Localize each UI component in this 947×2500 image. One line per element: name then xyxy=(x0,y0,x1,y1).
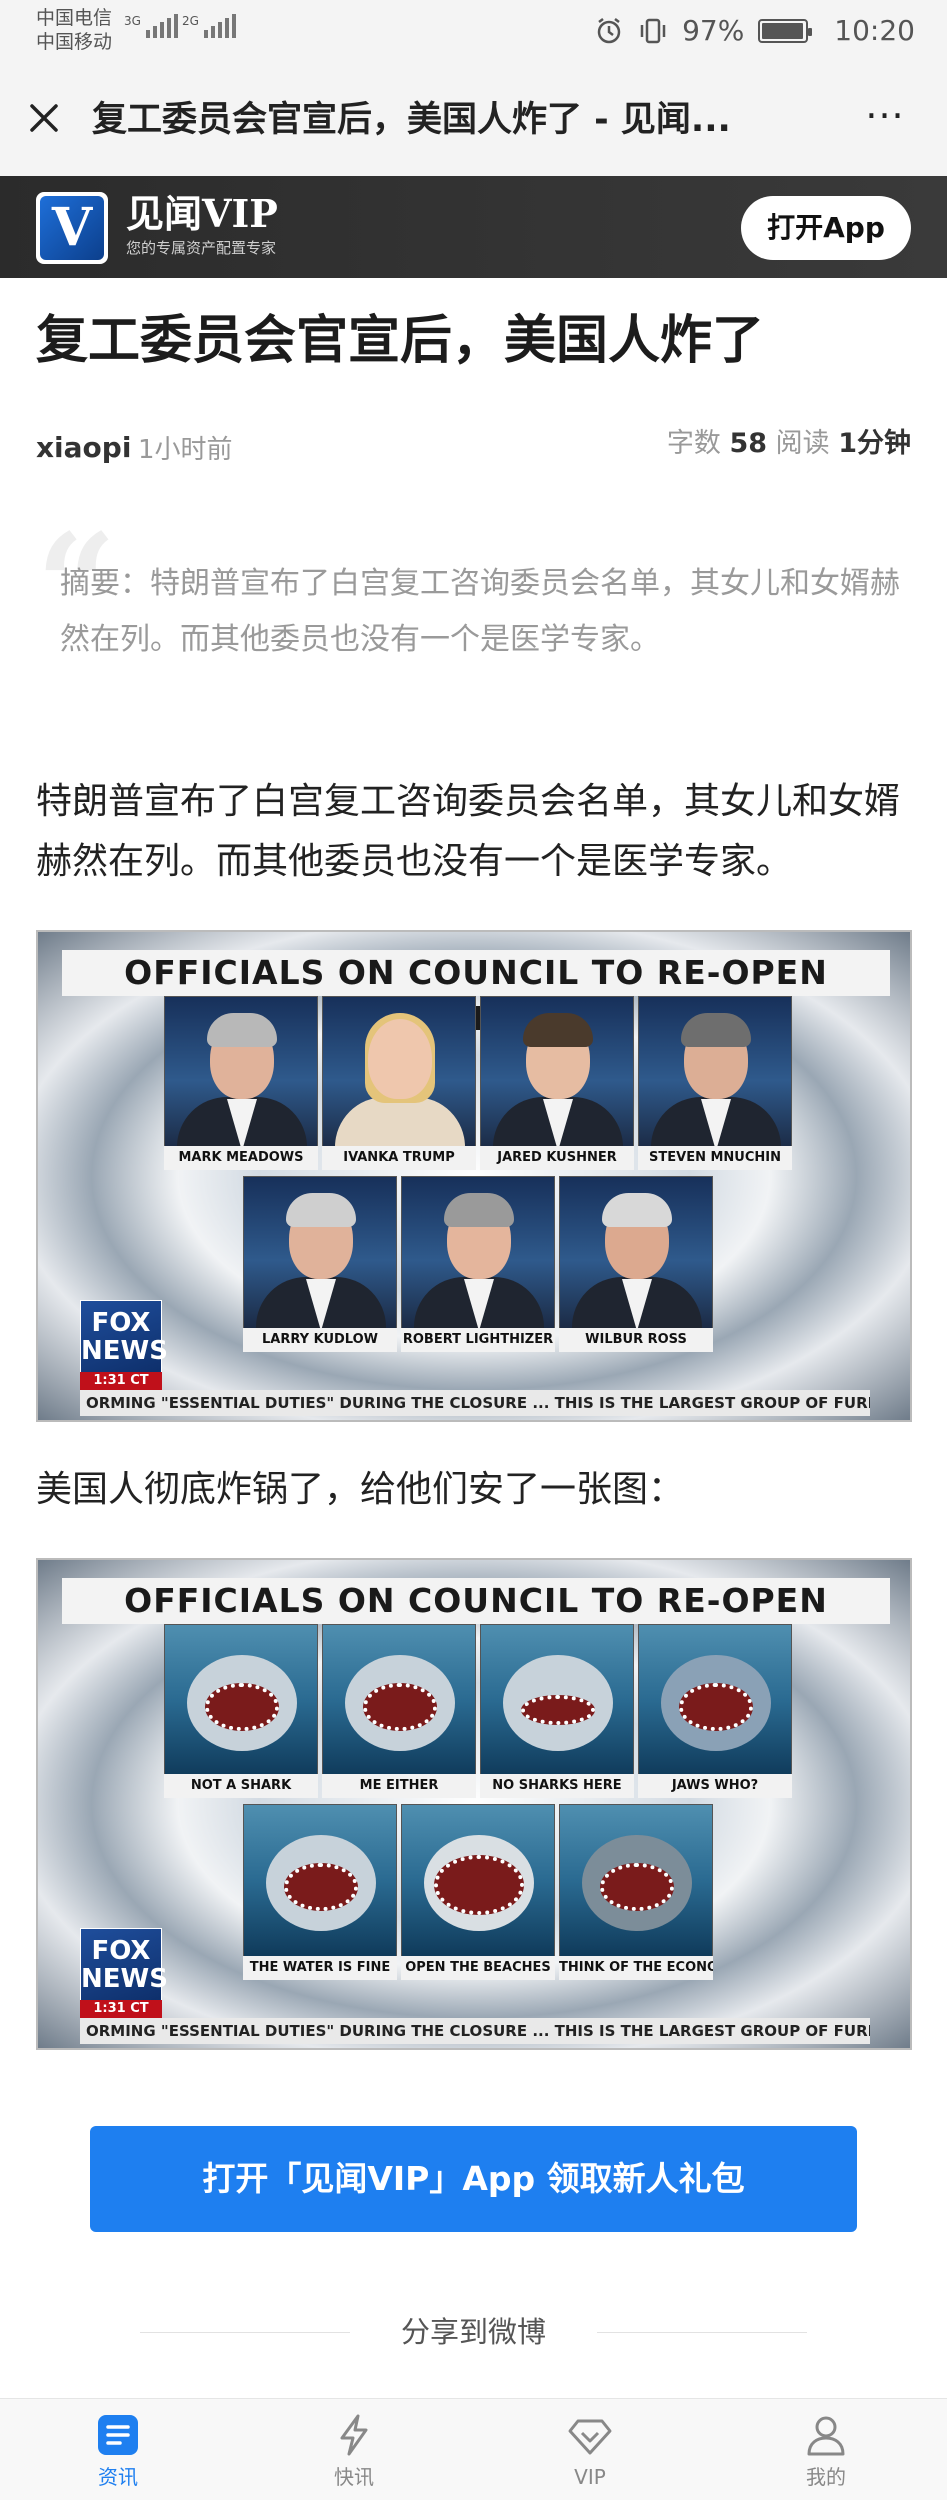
caption-3: JARED KUSHNER xyxy=(480,1146,634,1170)
photo-shark-1 xyxy=(164,1624,318,1778)
page-title: 复工委员会官宣后，美国人炸了 - 见闻... xyxy=(92,100,731,140)
photo-shark-2 xyxy=(322,1624,476,1778)
caption-6: ROBERT LIGHTHIZER xyxy=(401,1328,555,1352)
word-count-label: 字数 xyxy=(666,428,721,459)
article-paragraph-2: 美国人彻底炸锅了，给他们安了一张图： xyxy=(36,1469,685,1510)
fox-time-2: 1:31 CT xyxy=(80,2000,162,2018)
shark-caption-1: NOT A SHARK xyxy=(164,1774,318,1798)
vibrate-icon xyxy=(640,18,666,43)
photo-larry-kudlow xyxy=(243,1176,397,1330)
abstract-text: 摘要：特朗普宣布了白宫复工咨询委员会名单，其女儿和女婿赫然在列。而其他委员也没有… xyxy=(60,566,900,657)
nav-item-news[interactable]: 资讯 xyxy=(0,2399,236,2500)
news-ticker-2: ORMING "ESSENTIAL DUTIES" DURING THE CLO… xyxy=(80,2018,870,2044)
divider-right xyxy=(597,2332,807,2333)
caption-7: WILBUR ROSS xyxy=(559,1328,713,1352)
signal-2-icon: 2G xyxy=(182,14,236,38)
bottom-nav: 资讯 快讯 VIP 我的 xyxy=(0,2398,947,2500)
status-bar: 中国电信 中国移动 3G 2G 97% 10:20 xyxy=(0,0,947,64)
shark-caption-3: NO SHARKS HERE xyxy=(480,1774,634,1798)
title-bar: 复工委员会官宣后，美国人炸了 - 见闻... ··· xyxy=(0,64,947,176)
caption-4: STEVEN MNUCHIN xyxy=(638,1146,792,1170)
shark-caption-2: ME EITHER xyxy=(322,1774,476,1798)
caption-1: MARK MEADOWS xyxy=(164,1146,318,1170)
photo-robert-lighthizer xyxy=(401,1176,555,1330)
app-banner: V 见闻VIP 您的专属资产配置专家 打开App xyxy=(0,176,947,278)
nav-label-flash: 快讯 xyxy=(334,2465,374,2489)
figure-officials-america[interactable]: OFFICIALS ON COUNCIL TO RE-OPEN AMERICA … xyxy=(36,930,912,1422)
nav-item-vip[interactable]: VIP xyxy=(472,2399,708,2500)
nav-item-me[interactable]: 我的 xyxy=(708,2399,944,2500)
news-ticker: ORMING "ESSENTIAL DUTIES" DURING THE CLO… xyxy=(80,1390,870,1416)
status-right: 97% 10:20 xyxy=(594,14,915,47)
vip-diamond-icon xyxy=(568,2419,612,2455)
photo-steven-mnuchin xyxy=(638,996,792,1150)
caption-5: LARRY KUDLOW xyxy=(243,1328,397,1352)
network-type-1: 3G xyxy=(124,14,141,28)
close-icon xyxy=(30,104,58,132)
shark-caption-4: JAWS WHO? xyxy=(638,1774,792,1798)
news-icon xyxy=(98,2415,138,2455)
brand-logo: V xyxy=(36,192,108,264)
shark-caption-5: THE WATER IS FINE xyxy=(243,1956,397,1980)
photo-mark-meadows xyxy=(164,996,318,1150)
photo-jared-kushner xyxy=(480,996,634,1150)
battery-icon xyxy=(758,18,813,43)
photo-shark-7 xyxy=(559,1804,713,1958)
nav-label-news: 资讯 xyxy=(98,2465,138,2489)
brand-name: 见闻VIP xyxy=(126,191,278,236)
flash-icon xyxy=(340,2414,368,2456)
more-button[interactable]: ··· xyxy=(859,94,911,138)
share-row: 分享到微博 xyxy=(140,2310,807,2354)
article-paragraph-1: 特朗普宣布了白宫复工咨询委员会名单，其女儿和女婿赫然在列。而其他委员也没有一个是… xyxy=(36,781,901,882)
carrier-2: 中国移动 xyxy=(36,31,113,53)
open-app-gift-button[interactable]: 打开「见闻VIP」App 领取新人礼包 xyxy=(90,2126,857,2232)
read-label: 阅读 xyxy=(775,428,830,459)
photo-shark-3 xyxy=(480,1624,634,1778)
figure-2-title: OFFICIALS ON COUNCIL TO RE-OPEN AMITY BE… xyxy=(62,1578,890,1666)
clock: 10:20 xyxy=(834,14,915,47)
read-time: 1分钟 xyxy=(838,428,911,459)
figure-sharks-amity-beach[interactable]: OFFICIALS ON COUNCIL TO RE-OPEN AMITY BE… xyxy=(36,1558,912,2050)
network-type-2: 2G xyxy=(182,14,199,28)
caption-2: IVANKA TRUMP xyxy=(322,1146,476,1170)
open-app-button[interactable]: 打开App xyxy=(741,196,911,260)
profile-icon xyxy=(807,2416,845,2456)
article-headline: 复工委员会官宣后，美国人炸了 xyxy=(36,311,765,371)
logo-letter: V xyxy=(40,196,104,260)
fox-time: 1:31 CT xyxy=(80,1372,162,1390)
battery-percent: 97% xyxy=(682,14,745,47)
shark-caption-7: THINK OF THE ECONOMY xyxy=(559,1956,713,1980)
article-stats: 字数 58 阅读 1分钟 xyxy=(667,426,911,462)
photo-shark-6 xyxy=(401,1804,555,1958)
nav-label-vip: VIP xyxy=(574,2465,606,2489)
publish-time: 1小时前 xyxy=(138,435,233,465)
article-abstract: “ 摘要：特朗普宣布了白宫复工咨询委员会名单，其女儿和女婿赫然在列。而其他委员也… xyxy=(36,512,911,694)
photo-shark-5 xyxy=(243,1804,397,1958)
nav-label-me: 我的 xyxy=(806,2465,846,2489)
nav-item-flash[interactable]: 快讯 xyxy=(236,2399,472,2500)
figure-1-title: OFFICIALS ON COUNCIL TO RE-OPEN AMERICA xyxy=(62,950,890,1038)
carrier-labels: 中国电信 中国移动 xyxy=(36,6,112,54)
word-count: 58 xyxy=(729,428,768,459)
photo-ivanka-trump xyxy=(322,996,476,1150)
alarm-icon xyxy=(597,17,621,43)
photo-wilbur-ross xyxy=(559,1176,713,1330)
more-icon: ··· xyxy=(865,94,905,138)
carrier-1: 中国电信 xyxy=(36,7,113,29)
brand-slogan: 您的专属资产配置专家 xyxy=(126,239,277,257)
photo-shark-4 xyxy=(638,1624,792,1778)
battery-fill xyxy=(762,22,804,39)
signal-1-icon: 3G xyxy=(124,14,178,38)
close-button[interactable] xyxy=(22,98,66,142)
shark-caption-6: OPEN THE BEACHES xyxy=(401,1956,555,1980)
author-name[interactable]: xiaopi xyxy=(36,430,131,466)
